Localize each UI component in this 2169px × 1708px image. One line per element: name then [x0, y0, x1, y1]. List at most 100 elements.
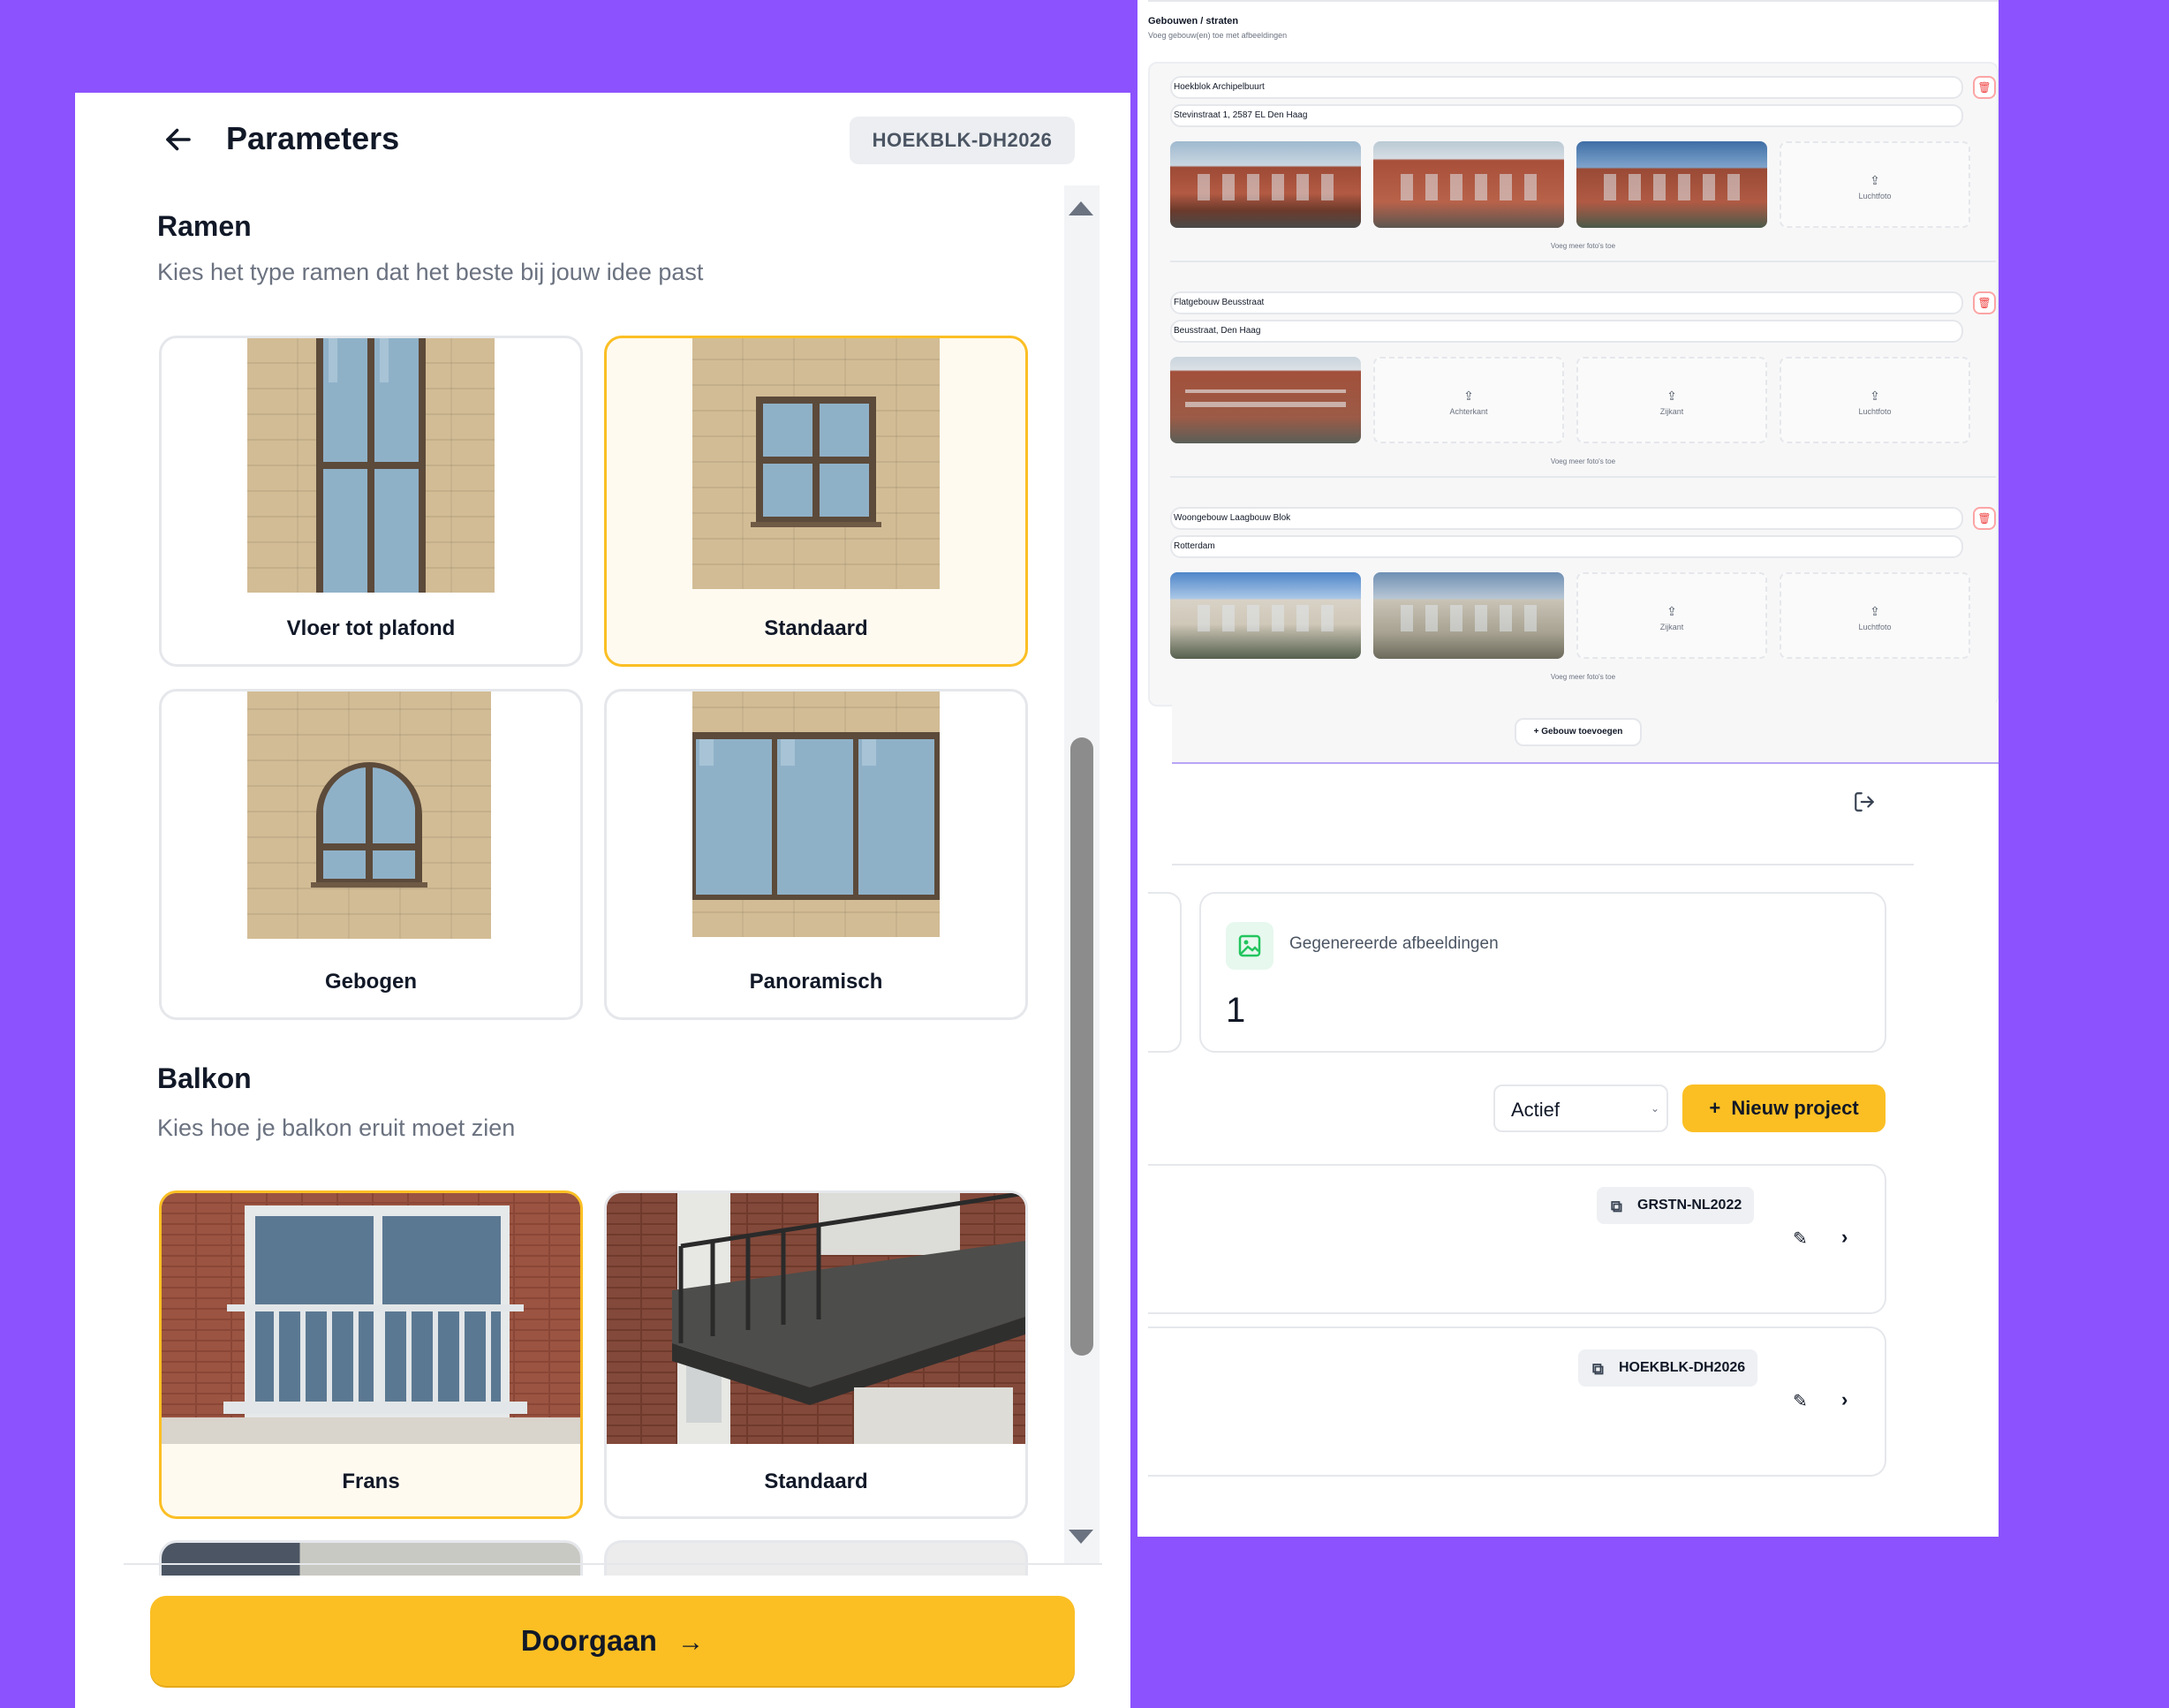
building-photo[interactable] [1576, 141, 1767, 228]
upload-icon: ⇪ [1870, 173, 1880, 187]
delete-icon[interactable]: 🗑 [1973, 76, 1996, 99]
pencil-icon[interactable]: ✎ [1793, 1228, 1808, 1250]
project-code: GRSTN-NL2022 [1637, 1198, 1742, 1213]
upload-icon: ⇪ [1666, 604, 1677, 618]
building-name-input[interactable]: Hoekblok Archipelbuurt [1170, 76, 1963, 99]
option-label: Frans [342, 1470, 400, 1493]
new-project-label: Nieuw project [1731, 1097, 1859, 1119]
stat-value: 1 [1226, 991, 1246, 1030]
upload-icon: ⇪ [1666, 389, 1677, 403]
add-more-photos-link[interactable]: Voeg meer foto's toe [1170, 457, 1996, 465]
building-address-input[interactable]: Stevinstraat 1, 2587 EL Den Haag [1170, 104, 1963, 127]
stat-card [1148, 892, 1182, 1053]
upload-icon: ⇪ [1463, 389, 1474, 403]
upload-tile[interactable]: ⇪ Luchtfoto [1780, 572, 1970, 659]
status-filter-value: Actief [1511, 1099, 1561, 1121]
building-address-input[interactable]: Beusstraat, Den Haag [1170, 320, 1963, 343]
chevron-right-icon[interactable]: › [1841, 1226, 1848, 1249]
stat-card-generated-images: Gegenereerde afbeeldingen 1 [1199, 892, 1886, 1053]
option-label: Vloer tot plafond [286, 616, 456, 640]
window-option-standard[interactable]: Standaard [604, 336, 1028, 667]
building-photo[interactable] [1373, 572, 1564, 659]
upload-icon: ⇪ [1870, 604, 1880, 618]
upload-tile-label: Achterkant [1449, 407, 1488, 416]
continue-button[interactable]: Doorgaan → [150, 1596, 1075, 1686]
upload-tile-label: Luchtfoto [1858, 192, 1892, 200]
upload-tile-label: Zijkant [1659, 623, 1684, 631]
upload-tile-label: Zijkant [1659, 407, 1684, 416]
section-title-balkon: Balkon [157, 1062, 252, 1094]
balcony-option-standard[interactable]: Standaard [604, 1190, 1028, 1519]
project-card[interactable]: ⧉ HOEKBLK-DH2026 ✎ › [1148, 1326, 1886, 1477]
page-title: Parameters [226, 120, 400, 156]
balcony-option-partial[interactable] [604, 1540, 1028, 1576]
option-label: Gebogen [324, 970, 417, 994]
pencil-icon[interactable]: ✎ [1793, 1390, 1808, 1412]
balcony-option-french[interactable]: Frans [159, 1190, 583, 1519]
gebouwen-header: Gebouwen / straten Voeg gebouw(en) toe m… [1148, 16, 1287, 40]
balcony-photo [162, 1193, 580, 1444]
window-option-panoramic[interactable]: Panoramisch [604, 689, 1028, 1020]
project-code: HOEKBLK-DH2026 [1619, 1360, 1746, 1375]
wall-illustration [692, 692, 940, 937]
add-more-photos-link[interactable]: Voeg meer foto's toe [1170, 673, 1996, 681]
upload-tile[interactable]: ⇪ Luchtfoto [1780, 141, 1970, 228]
upload-tile[interactable]: ⇪ Luchtfoto [1780, 357, 1970, 443]
gebouwen-subtitle: Voeg gebouw(en) toe met afbeeldingen [1148, 31, 1288, 40]
balcony-photo [607, 1193, 1025, 1444]
divider [1172, 864, 1914, 865]
building-photo[interactable] [1373, 141, 1564, 228]
wall-illustration [247, 338, 495, 593]
option-label: Standaard [764, 616, 868, 640]
building-photo[interactable] [1170, 357, 1361, 443]
building-name-input[interactable]: Woongebouw Laagbouw Blok [1170, 507, 1963, 530]
section-title-ramen: Ramen [157, 210, 252, 242]
building-photo[interactable] [1170, 572, 1361, 659]
building-photo[interactable] [1170, 141, 1361, 228]
add-building-label: Gebouw toevoegen [1541, 727, 1623, 737]
project-code-badge[interactable]: ⧉ HOEKBLK-DH2026 [1578, 1349, 1758, 1387]
back-arrow-icon[interactable] [162, 124, 194, 155]
divider [1170, 261, 1996, 262]
upload-tile-label: Luchtfoto [1858, 407, 1892, 416]
continue-label: Doorgaan [520, 1624, 657, 1657]
wall-illustration [692, 338, 940, 589]
upload-icon: ⇪ [1870, 389, 1880, 403]
upload-tile-label: Luchtfoto [1858, 623, 1892, 631]
building-card: Woongebouw Laagbouw Blok 🗑 Rotterdam ⇪ Zi… [1170, 507, 1996, 681]
add-more-photos-link[interactable]: Voeg meer foto's toe [1170, 242, 1996, 250]
status-filter-select[interactable]: Actief ⌄ [1493, 1085, 1668, 1132]
window-option-floor-to-ceiling[interactable]: Vloer tot plafond [159, 336, 583, 667]
building-card: Hoekblok Archipelbuurt 🗑 Stevinstraat 1,… [1170, 76, 1996, 262]
project-code-badge[interactable]: ⧉ GRSTN-NL2022 [1597, 1187, 1755, 1224]
divider [1170, 476, 1996, 478]
project-code-badge: HOEKBLK-DH2026 [850, 117, 1075, 164]
new-project-button[interactable]: + Nieuw project [1682, 1085, 1886, 1132]
section-subtitle-balkon: Kies hoe je balkon eruit moet zien [157, 1115, 516, 1141]
option-label: Standaard [764, 1470, 868, 1493]
wall-illustration [247, 692, 491, 939]
upload-tile[interactable]: ⇪ Zijkant [1576, 572, 1767, 659]
window-option-arched[interactable]: Gebogen [159, 689, 583, 1020]
chevron-right-icon[interactable]: › [1841, 1388, 1848, 1411]
project-card[interactable]: ⧉ GRSTN-NL2022 ✎ › [1148, 1164, 1886, 1314]
scroll-down-arrow-icon[interactable] [1069, 1530, 1093, 1544]
section-subtitle-ramen: Kies het type ramen dat het beste bij jo… [157, 259, 704, 285]
upload-tile[interactable]: ⇪ Achterkant [1373, 357, 1564, 443]
logout-icon[interactable] [1853, 790, 1876, 813]
copy-icon: ⧉ [1611, 1198, 1622, 1215]
chevron-down-icon: ⌄ [1650, 1102, 1659, 1115]
scroll-up-arrow-icon[interactable] [1069, 201, 1093, 215]
building-name-input[interactable]: Flatgebouw Beusstraat [1170, 291, 1963, 314]
add-building-button[interactable]: + Gebouw toevoegen [1515, 718, 1642, 746]
arrow-right-icon: → [677, 1628, 705, 1657]
delete-icon[interactable]: 🗑 [1973, 507, 1996, 530]
scrollbar-thumb[interactable] [1070, 737, 1093, 1356]
stat-label: Gegenereerde afbeeldingen [1289, 934, 1499, 953]
building-address-input[interactable]: Rotterdam [1170, 535, 1963, 558]
delete-icon[interactable]: 🗑 [1973, 291, 1996, 314]
upload-tile[interactable]: ⇪ Zijkant [1576, 357, 1767, 443]
divider [124, 1563, 1102, 1565]
balcony-option-partial[interactable] [159, 1540, 583, 1576]
gebouwen-title: Gebouwen / straten [1148, 16, 1239, 26]
